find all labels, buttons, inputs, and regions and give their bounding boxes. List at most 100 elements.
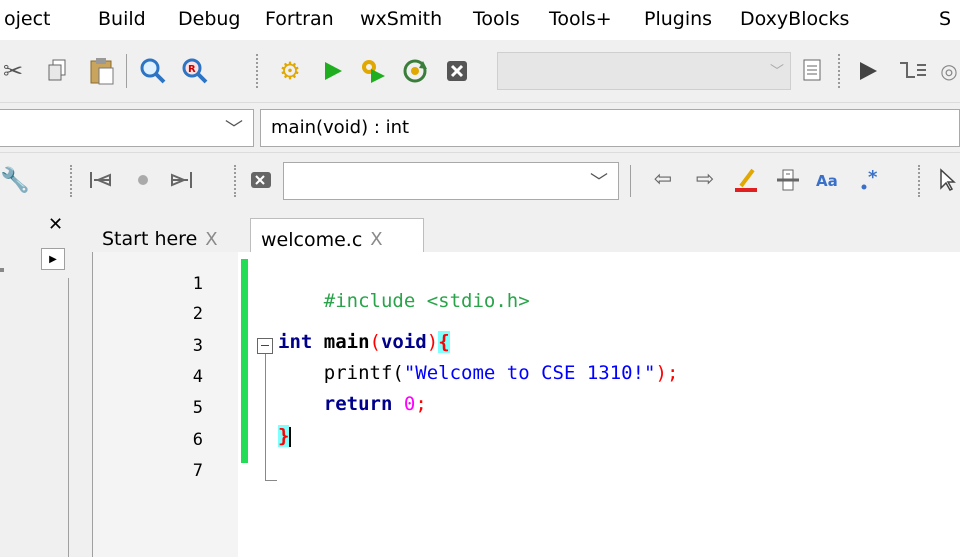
line-number: 1: [192, 274, 203, 294]
chevron-down-icon: ﹀: [590, 172, 608, 193]
code-operator: ;: [415, 393, 427, 415]
line-number: 5: [192, 398, 203, 418]
match-case-icon[interactable]: Aa: [812, 163, 846, 197]
code-number: 0: [403, 393, 416, 415]
toolbar-grip[interactable]: [918, 165, 922, 197]
line-number: 4: [192, 367, 203, 387]
toggle-bookmark-icon[interactable]: [128, 163, 158, 197]
code-brace-highlight: {: [438, 331, 450, 353]
highlight-icon[interactable]: [730, 163, 762, 197]
svg-text:R: R: [188, 64, 196, 75]
toolbar-separator: [630, 165, 631, 197]
panel-border: [68, 278, 69, 557]
debug-run-icon[interactable]: [852, 54, 884, 88]
chevron-down-icon: ﹀: [770, 64, 784, 80]
find-icon[interactable]: [136, 54, 170, 88]
code-operator: );: [655, 362, 679, 384]
code-line-4: printf("Welcome to CSE 1310!");: [278, 362, 679, 384]
svg-text:*: *: [868, 168, 878, 188]
close-tab-icon[interactable]: X: [370, 229, 382, 250]
build-run-icon[interactable]: [356, 54, 390, 88]
tab-label: Start here: [102, 228, 198, 250]
menu-bar: oject Build Debug Fortran wxSmith Tools …: [0, 0, 960, 40]
code-keyword: int: [278, 331, 313, 353]
code-line-1: #include <stdio.h>: [278, 268, 530, 334]
build-target-combo[interactable]: ﹀: [497, 52, 791, 90]
toolbar-grip[interactable]: [256, 54, 260, 88]
match-icon[interactable]: [772, 163, 804, 197]
replace-icon[interactable]: R: [178, 54, 212, 88]
wrench-icon[interactable]: 🔧: [0, 163, 30, 197]
chevron-down-icon: ﹀: [225, 119, 243, 140]
management-panel: ✕ ▶: [0, 208, 86, 557]
change-bar: [241, 259, 248, 463]
toolbar-grip[interactable]: [838, 54, 842, 88]
line-number: 6: [192, 430, 203, 450]
copy-icon[interactable]: [44, 56, 74, 86]
toolbar-grip[interactable]: [70, 165, 74, 197]
code-keyword: return: [323, 393, 393, 415]
menu-plugins[interactable]: Plugins: [644, 8, 712, 30]
build-target-icon[interactable]: [796, 54, 830, 88]
paste-icon[interactable]: [86, 54, 118, 88]
code-line-5: return 0;: [278, 393, 427, 415]
code-string: "Welcome to CSE 1310!": [403, 362, 656, 384]
search-input[interactable]: ﹀: [283, 162, 619, 200]
build-gear-icon[interactable]: ⚙: [274, 54, 306, 88]
line-number: 3: [192, 336, 203, 356]
forward-icon[interactable]: ⇨: [690, 163, 720, 197]
fold-toggle-icon[interactable]: [257, 338, 273, 354]
prev-bookmark-icon[interactable]: [84, 163, 116, 197]
preprocessor-directive: #include <stdio.h>: [323, 290, 530, 312]
run-icon[interactable]: [318, 54, 348, 88]
menu-settings[interactable]: S: [939, 8, 951, 30]
code-brace-highlight: }: [278, 425, 290, 447]
close-tab-icon[interactable]: X: [205, 229, 217, 250]
clear-icon[interactable]: [246, 163, 276, 197]
line-number: 2: [192, 304, 203, 324]
code-identifier: main: [312, 331, 370, 353]
arrow-right-icon: ▶: [49, 253, 57, 265]
next-bookmark-icon[interactable]: [166, 163, 198, 197]
scroll-right-button[interactable]: ▶: [41, 248, 65, 270]
abort-icon[interactable]: [440, 54, 474, 88]
menu-doxyblocks[interactable]: DoxyBlocks: [740, 8, 849, 30]
panel-edge-marker: [0, 268, 4, 272]
code-call: printf(: [323, 362, 404, 384]
menu-wxsmith[interactable]: wxSmith: [360, 8, 442, 30]
toolbar-separator: [126, 54, 127, 88]
code-line-3: int main(void){: [278, 331, 450, 353]
scissors-icon[interactable]: ✂: [0, 56, 26, 86]
debug-step-icon[interactable]: [894, 54, 930, 88]
search-toolbar: 🔧 ﹀ ⇦ ⇨ Aa *: [0, 152, 960, 209]
menu-project[interactable]: oject: [4, 8, 51, 30]
menu-fortran[interactable]: Fortran: [265, 8, 334, 30]
code-operator: ): [426, 331, 439, 353]
close-icon[interactable]: ✕: [48, 214, 63, 235]
menu-debug[interactable]: Debug: [178, 8, 240, 30]
fold-end: [265, 480, 277, 481]
svg-text:Aa: Aa: [816, 172, 838, 190]
select-icon[interactable]: [934, 163, 960, 197]
code-completion-toolbar: ﹀ main(void) : int: [0, 102, 960, 153]
function-combo[interactable]: main(void) : int: [260, 109, 960, 147]
tab-label: welcome.c: [261, 228, 363, 251]
regex-icon[interactable]: *: [854, 163, 888, 197]
menu-build[interactable]: Build: [98, 8, 146, 30]
line-number: 7: [192, 461, 203, 481]
rebuild-icon[interactable]: [398, 54, 432, 88]
code-keyword: void: [380, 331, 427, 353]
back-icon[interactable]: ⇦: [648, 163, 678, 197]
function-combo-value: main(void) : int: [271, 117, 410, 138]
toolbar-grip[interactable]: [234, 165, 238, 197]
text-cursor: [289, 426, 292, 447]
fold-line: [265, 354, 266, 480]
menu-tools-plus[interactable]: Tools+: [549, 8, 612, 30]
menu-tools[interactable]: Tools: [473, 8, 520, 30]
debug-extra-icon[interactable]: ◎: [938, 56, 960, 86]
scope-combo[interactable]: ﹀: [0, 109, 254, 147]
code-editor[interactable]: 1 2 3 4 5 6 7 #include <stdio.h> int mai…: [92, 252, 960, 557]
